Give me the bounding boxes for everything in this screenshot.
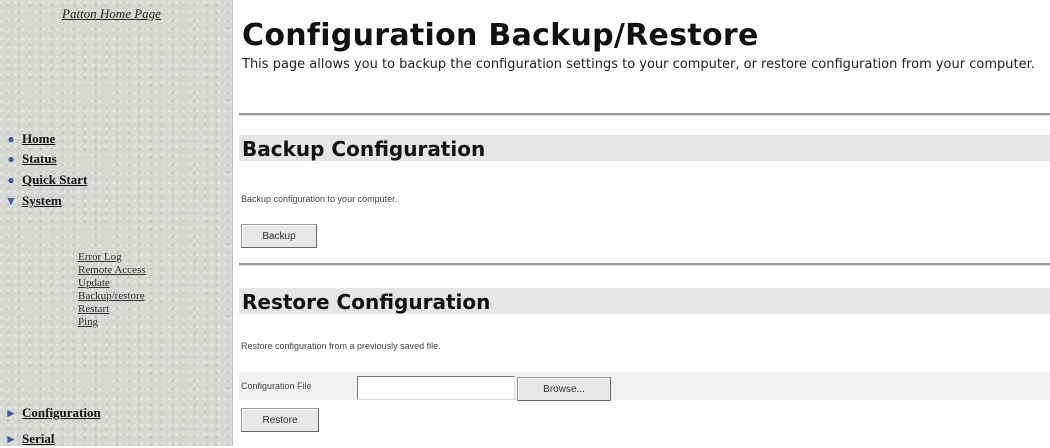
backup-heading: Backup Configuration <box>242 137 486 161</box>
nav-item-label: Status <box>22 151 57 166</box>
page-title: Configuration Backup/Restore <box>242 18 759 53</box>
restore-section-header: Restore Configuration <box>239 288 1050 314</box>
nav-item-label: Quick Start <box>22 172 88 187</box>
nav-item-label: Serial <box>22 431 55 446</box>
nav-item-system[interactable]: ▼ System <box>0 192 62 210</box>
submenu-backup-restore[interactable]: Backup/restore <box>78 290 145 303</box>
main-content: Configuration Backup/Restore This page a… <box>233 0 1050 446</box>
submenu-ping[interactable]: Ping <box>78 316 98 329</box>
restore-button[interactable]: Restore <box>241 408 319 432</box>
backup-button[interactable]: Backup <box>241 224 317 248</box>
home-page-link[interactable]: Patton Home Page <box>62 6 161 22</box>
submenu-restart[interactable]: Restart <box>78 303 109 316</box>
config-file-input[interactable] <box>357 376 515 400</box>
nav-item-label: System <box>22 193 62 208</box>
bullet-icon: ● <box>7 151 15 166</box>
config-file-label: Configuration File <box>241 381 312 391</box>
divider <box>239 113 1050 116</box>
page-description: This page allows you to backup the confi… <box>242 57 1035 72</box>
nav-item-label: Configuration <box>22 405 101 420</box>
divider <box>239 263 1050 266</box>
nav-item-status[interactable]: ● Status <box>0 150 57 168</box>
restore-text: Restore configuration from a previously … <box>241 341 441 351</box>
sidebar: Patton Home Page ● Home ● Status ● Quick… <box>0 0 233 446</box>
bullet-icon: ● <box>7 131 15 146</box>
submenu-update[interactable]: Update <box>78 277 110 290</box>
nav-item-home[interactable]: ● Home <box>0 130 55 148</box>
nav-item-quick-start[interactable]: ● Quick Start <box>0 171 87 189</box>
submenu-error-log[interactable]: Error Log <box>78 251 122 264</box>
backup-section-header: Backup Configuration <box>239 135 1050 161</box>
triangle-right-icon: ► <box>5 405 17 420</box>
nav-item-label: Home <box>22 131 56 146</box>
submenu-remote-access[interactable]: Remote Access <box>78 264 146 277</box>
backup-text: Backup configuration to your computer. <box>241 194 398 204</box>
restore-heading: Restore Configuration <box>242 290 491 314</box>
browse-button[interactable]: Browse... <box>517 377 611 401</box>
nav-item-configuration[interactable]: ► Configuration <box>0 404 101 422</box>
bullet-icon: ● <box>7 172 15 187</box>
triangle-down-icon: ▼ <box>5 193 17 208</box>
triangle-right-icon: ► <box>5 431 17 446</box>
nav-item-serial[interactable]: ► Serial <box>0 430 55 448</box>
